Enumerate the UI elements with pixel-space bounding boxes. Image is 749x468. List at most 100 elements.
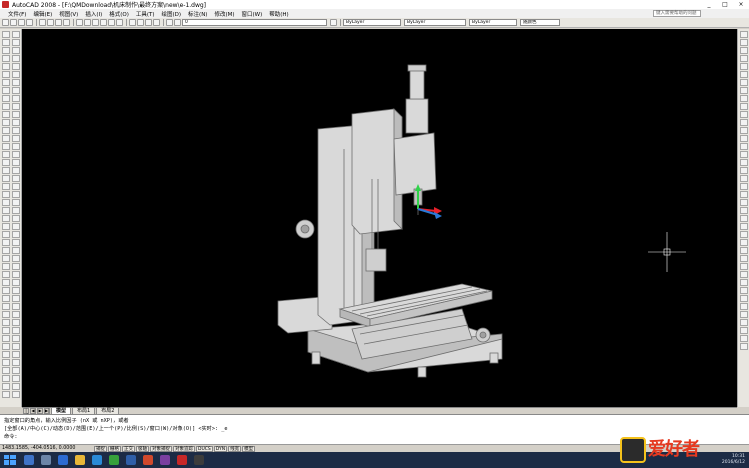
view-icon[interactable] — [2, 335, 10, 342]
dimension-update-icon[interactable] — [2, 303, 10, 310]
minimize-button[interactable]: _ — [701, 0, 717, 9]
sphere-icon[interactable] — [12, 247, 20, 254]
face-move-icon[interactable] — [12, 391, 20, 398]
file-explorer-icon[interactable] — [75, 455, 85, 465]
osnap-toggle[interactable]: 对象捕捉 — [150, 445, 172, 452]
stretch-icon[interactable] — [12, 95, 20, 102]
search-icon[interactable] — [24, 455, 34, 465]
camera-view-icon[interactable] — [740, 111, 748, 118]
spline-icon[interactable] — [2, 95, 10, 102]
snap-center-icon[interactable] — [740, 159, 748, 166]
revision-cloud-icon[interactable] — [2, 87, 10, 94]
polysolid-icon[interactable] — [12, 279, 20, 286]
face-extrude-icon[interactable] — [12, 383, 20, 390]
region-icon[interactable] — [2, 159, 10, 166]
drawing-canvas[interactable] — [22, 29, 737, 407]
angular-icon[interactable] — [2, 239, 10, 246]
autocad-taskbar-icon[interactable] — [177, 455, 187, 465]
table-icon[interactable] — [2, 167, 10, 174]
zoom-window-icon[interactable] — [108, 19, 115, 26]
loft-icon[interactable] — [12, 191, 20, 198]
menu-insert[interactable]: 插入(I) — [85, 10, 102, 18]
center-mark-icon[interactable] — [2, 279, 10, 286]
pan-icon[interactable] — [92, 19, 99, 26]
zoom-previous-icon[interactable] — [116, 19, 123, 26]
menu-window[interactable]: 窗口(W) — [242, 10, 263, 18]
continue-icon[interactable] — [2, 263, 10, 270]
3d-align-icon[interactable] — [12, 319, 20, 326]
explode-icon[interactable] — [12, 159, 20, 166]
chamfer-icon[interactable] — [12, 143, 20, 150]
arc-icon[interactable] — [2, 71, 10, 78]
snap-perpendicular-icon[interactable] — [740, 183, 748, 190]
box-icon[interactable] — [12, 223, 20, 230]
layer-manager-icon[interactable] — [166, 19, 173, 26]
offset-icon[interactable] — [12, 55, 20, 62]
polyline-icon[interactable] — [2, 47, 10, 54]
make-current-layer-icon[interactable] — [330, 19, 337, 26]
ucs-icon[interactable] — [2, 327, 10, 334]
match-properties-icon[interactable] — [63, 19, 70, 26]
menu-dimension[interactable]: 标注(N) — [188, 10, 207, 18]
paste-icon[interactable] — [55, 19, 62, 26]
tolerance-icon[interactable] — [2, 271, 10, 278]
copy-icon[interactable] — [47, 19, 54, 26]
aligned-dimension-icon[interactable] — [2, 191, 10, 198]
snap-endpoint-icon[interactable] — [740, 119, 748, 126]
snap-none-icon[interactable] — [740, 223, 748, 230]
break-at-point-icon[interactable] — [12, 119, 20, 126]
ordinate-icon[interactable] — [2, 207, 10, 214]
light-icon[interactable] — [2, 367, 10, 374]
material-icon[interactable] — [2, 375, 10, 382]
shell-icon[interactable] — [12, 351, 20, 358]
move-icon[interactable] — [12, 71, 20, 78]
3d-mirror-icon[interactable] — [12, 335, 20, 342]
snap-node-icon[interactable] — [740, 207, 748, 214]
app-red-icon[interactable] — [143, 455, 153, 465]
mirror-icon[interactable] — [12, 47, 20, 54]
grid-toggle[interactable]: 栅格 — [108, 445, 121, 452]
view-sw-iso-icon[interactable] — [740, 79, 748, 86]
new-file-icon[interactable] — [2, 19, 9, 26]
pyramid-icon[interactable] — [12, 271, 20, 278]
baseline-icon[interactable] — [2, 255, 10, 262]
osnap-settings-icon[interactable] — [740, 231, 748, 238]
dimension-style-icon[interactable] — [2, 311, 10, 318]
gradient-icon[interactable] — [2, 151, 10, 158]
maximize-button[interactable]: □ — [717, 0, 733, 9]
snap-midpoint-icon[interactable] — [740, 127, 748, 134]
ucs-view-icon[interactable] — [740, 287, 748, 294]
quick-dimension-icon[interactable] — [2, 247, 10, 254]
ucs-origin-icon[interactable] — [740, 295, 748, 302]
dimension-text-edit-icon[interactable] — [2, 295, 10, 302]
zoom-realtime-icon[interactable] — [100, 19, 107, 26]
help-icon[interactable] — [153, 19, 160, 26]
ucs-z-icon[interactable] — [740, 335, 748, 342]
union-icon[interactable] — [12, 199, 20, 206]
otrack-toggle[interactable]: 对象追踪 — [173, 445, 195, 452]
wedge-icon[interactable] — [12, 263, 20, 270]
dyn-toggle[interactable]: DYN — [213, 445, 228, 452]
menu-edit[interactable]: 编辑(E) — [33, 10, 52, 18]
close-button[interactable]: × — [733, 0, 749, 9]
model-toggle[interactable]: 模型 — [242, 445, 256, 452]
browser-icon[interactable] — [58, 455, 68, 465]
cylinder-icon[interactable] — [12, 231, 20, 238]
menu-view[interactable]: 视图(V) — [59, 10, 78, 18]
lineweight-select[interactable]: ByLayer — [469, 19, 517, 26]
diameter-icon[interactable] — [2, 231, 10, 238]
layer-select[interactable]: 0 — [182, 19, 327, 26]
snap-apparent-icon[interactable] — [740, 143, 748, 150]
break-icon[interactable] — [12, 127, 20, 134]
store-icon[interactable] — [92, 455, 102, 465]
rotate-icon[interactable] — [12, 79, 20, 86]
ucs-z-axis-icon[interactable] — [740, 303, 748, 310]
view-front-icon[interactable] — [740, 63, 748, 70]
snap-insert-icon[interactable] — [740, 199, 748, 206]
snap-extension-icon[interactable] — [740, 151, 748, 158]
dimension-edit-icon[interactable] — [2, 287, 10, 294]
ucs-y-icon[interactable] — [740, 327, 748, 334]
ucs-object-icon[interactable] — [740, 279, 748, 286]
point-icon[interactable] — [2, 135, 10, 142]
fillet-icon[interactable] — [12, 151, 20, 158]
